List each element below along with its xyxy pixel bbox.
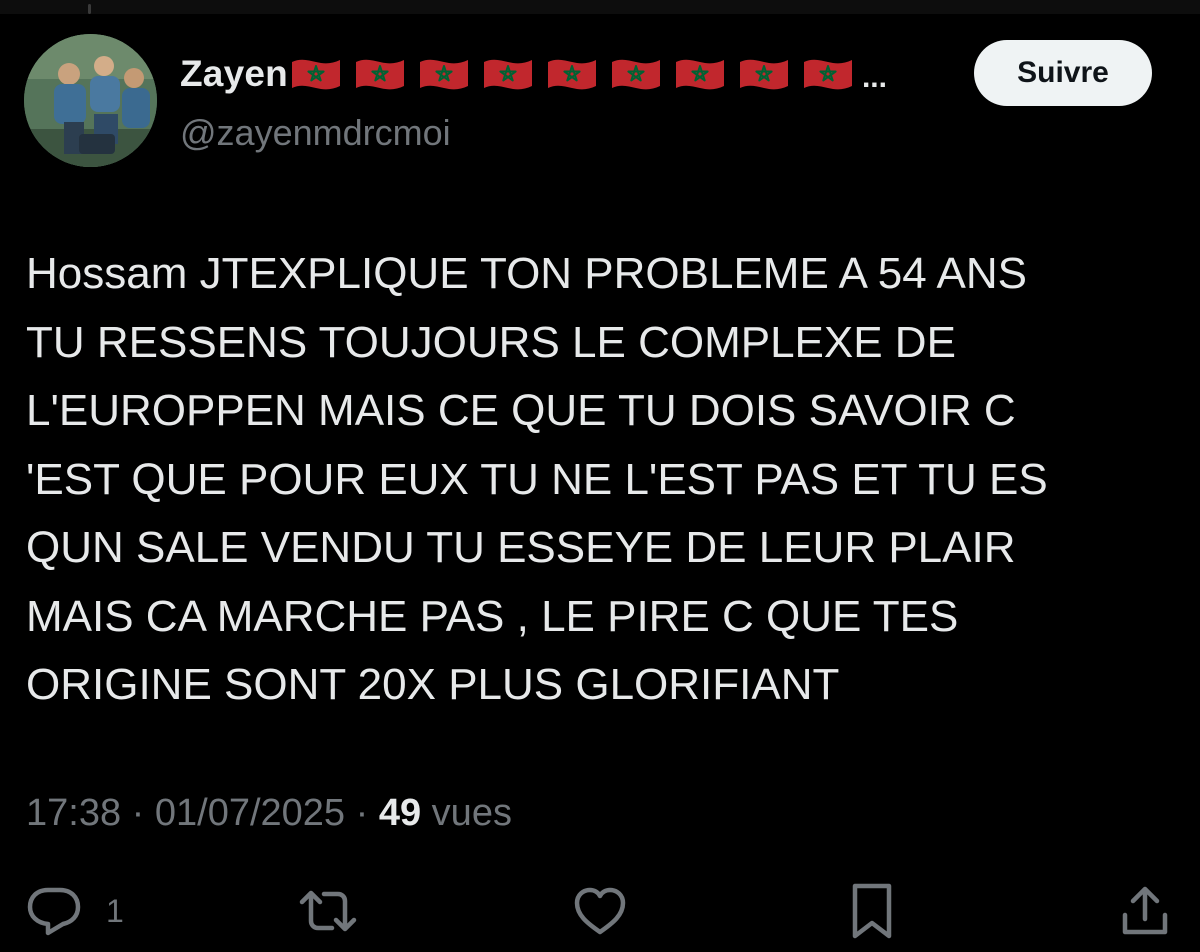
morocco-flag-icon — [483, 59, 532, 90]
avatar-photo — [24, 34, 157, 167]
flag-emoji-row — [290, 56, 860, 92]
bookmark-button[interactable] — [848, 876, 896, 946]
author-name-row[interactable]: Zayen ... — [180, 48, 887, 100]
avatar[interactable] — [24, 34, 157, 167]
bookmark-icon — [852, 883, 892, 939]
morocco-flag-icon — [803, 59, 852, 90]
morocco-flag-icon — [355, 59, 404, 90]
reply-count: 1 — [106, 892, 124, 929]
reply-button[interactable]: 1 — [26, 876, 124, 946]
tweet-text-line: QUN SALE VENDU TU ESSEYE DE LEUR PLAIR — [26, 523, 1016, 572]
tweet-text-line: MAIS CA MARCHE PAS , LE PIRE C QUE TES — [26, 591, 959, 641]
morocco-flag-icon — [675, 59, 724, 90]
top-edge-mark — [88, 4, 91, 14]
morocco-flag-icon — [547, 59, 596, 90]
meta-separator: · — [345, 792, 379, 834]
retweet-button[interactable] — [298, 876, 358, 946]
tweet-text-line: ORIGINE SONT 20X PLUS GLORIFIANT — [26, 660, 840, 709]
tweet-text-line: TU RESSENS TOUJOURS LE COMPLEXE DE — [26, 317, 956, 367]
tweet-text: Hossam JTEXPLIQUE TON PROBLEME A 54 ANS T… — [26, 240, 1156, 720]
morocco-flag-icon — [739, 59, 788, 90]
share-icon — [1122, 886, 1168, 935]
meta-separator: · — [121, 792, 155, 834]
tweet-meta: 17:38 · 01/07/2025 · 49 vues — [26, 792, 512, 835]
author-info: Zayen ... @zayenmdrcmoi — [180, 48, 887, 154]
morocco-flag-icon — [291, 59, 340, 90]
name-truncation-ellipsis: ... — [861, 61, 887, 94]
author-handle[interactable]: @zayenmdrcmoi — [180, 112, 887, 154]
tweet-actions: 1 — [0, 876, 1200, 946]
views-label: vues — [421, 792, 512, 834]
like-button[interactable] — [573, 876, 627, 946]
reply-icon — [27, 887, 81, 936]
morocco-flag-icon — [419, 59, 468, 90]
share-button[interactable] — [1120, 876, 1170, 946]
follow-button[interactable]: Suivre — [974, 40, 1152, 106]
heart-icon — [574, 887, 626, 935]
tweet-date[interactable]: 01/07/2025 — [155, 792, 345, 834]
author-display-name[interactable]: Zayen — [180, 53, 288, 95]
views-count: 49 — [378, 792, 422, 834]
retweet-icon — [299, 890, 357, 932]
tweet-text-line: Hossam JTEXPLIQUE TON PROBLEME A 54 ANS — [26, 249, 1027, 298]
tweet-time[interactable]: 17:38 — [26, 792, 121, 834]
morocco-flag-icon — [611, 59, 660, 90]
top-edge-strip — [0, 0, 1200, 14]
tweet-text-line: L'EUROPPEN MAIS CE QUE TU DOIS SAVOIR C — [26, 386, 1016, 435]
tweet-text-line: 'EST QUE POUR EUX TU NE L'EST PAS ET TU … — [26, 454, 1048, 504]
